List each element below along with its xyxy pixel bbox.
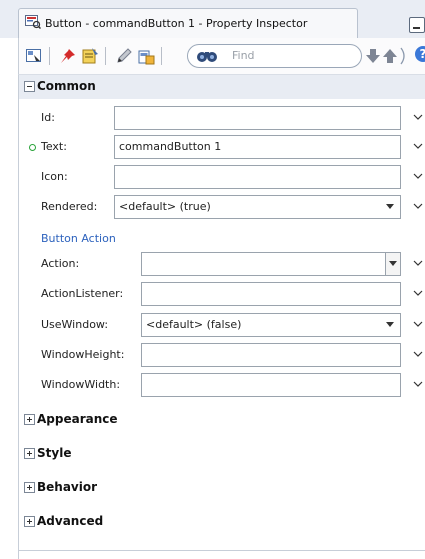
expand-icon[interactable] [24, 414, 35, 425]
edit-icon[interactable] [81, 47, 99, 65]
section-advanced-header[interactable]: Advanced [19, 510, 425, 534]
property-row-windowheight: WindowHeight: [19, 341, 425, 369]
toolbar: Find ? [18, 38, 425, 75]
find-up-icon[interactable] [383, 49, 397, 63]
chevron-down-icon[interactable] [412, 201, 424, 211]
find-field[interactable]: Find [187, 44, 362, 68]
id-field[interactable] [114, 106, 401, 130]
value-set-indicator [29, 144, 36, 151]
property-panel: Common Id: Text: commandButton 1 Icon: R… [18, 75, 425, 559]
button-action-heading: Button Action [41, 232, 116, 245]
section-behavior-title: Behavior [37, 480, 98, 494]
property-row-icon: Icon: [19, 163, 425, 191]
chevron-down-icon[interactable] [412, 112, 424, 122]
expand-icon[interactable] [24, 482, 35, 493]
section-style-title: Style [37, 446, 72, 460]
window-title: Button - commandButton 1 - Property Insp… [45, 17, 308, 30]
icon-field[interactable] [114, 165, 401, 189]
chevron-down-icon[interactable] [412, 288, 424, 298]
windowwidth-field[interactable] [141, 373, 401, 397]
property-row-text: Text: commandButton 1 [19, 133, 425, 161]
pin-icon[interactable] [59, 47, 77, 65]
minimize-icon[interactable] [409, 17, 425, 33]
chevron-down-icon[interactable] [412, 349, 424, 359]
toolbar-separator [161, 47, 162, 65]
find-placeholder: Find [232, 49, 255, 62]
section-advanced-title: Advanced [37, 514, 104, 528]
usewindow-label: UseWindow: [41, 318, 109, 331]
usewindow-value: <default> (false) [146, 318, 242, 331]
property-inspector-icon [25, 15, 41, 29]
property-row-actionlistener: ActionListener: [19, 280, 425, 308]
rendered-value: <default> (true) [119, 200, 211, 213]
text-label: Text: [41, 140, 67, 153]
expand-icon[interactable] [24, 448, 35, 459]
find-nav-arrows [366, 47, 405, 65]
chevron-down-icon[interactable] [412, 171, 424, 181]
expand-icon[interactable] [24, 516, 35, 527]
section-appearance-header[interactable]: Appearance [19, 408, 425, 432]
action-dropdown-button[interactable] [385, 253, 400, 275]
property-row-rendered: Rendered: <default> (true) [19, 193, 425, 221]
chevron-down-icon[interactable] [412, 319, 424, 329]
chevron-down-icon[interactable] [412, 258, 424, 268]
select-icon[interactable] [25, 47, 43, 65]
toolbar-separator [49, 47, 50, 65]
section-common-header[interactable]: Common [19, 75, 425, 99]
property-row-windowwidth: WindowWidth: [19, 371, 425, 399]
text-field[interactable]: commandButton 1 [114, 135, 401, 159]
property-row-usewindow: UseWindow: <default> (false) [19, 311, 425, 339]
bind-icon[interactable] [137, 47, 155, 65]
panel-divider [19, 550, 425, 551]
property-row-id: Id: [19, 104, 425, 132]
rendered-label: Rendered: [41, 200, 98, 213]
collapse-icon[interactable] [24, 81, 35, 92]
action-label: Action: [41, 257, 80, 270]
title-bar: Button - commandButton 1 - Property Insp… [0, 0, 425, 39]
actionlistener-label: ActionListener: [41, 287, 124, 300]
windowwidth-label: WindowWidth: [41, 378, 121, 391]
actionlistener-field[interactable] [141, 282, 401, 306]
find-down-icon[interactable] [366, 49, 380, 63]
section-common-title: Common [37, 79, 96, 93]
help-icon[interactable]: ? [415, 46, 425, 62]
property-row-action: Action: [19, 250, 425, 278]
icon-label: Icon: [41, 170, 68, 183]
toolbar-separator [105, 47, 106, 65]
inspector-tab[interactable]: Button - commandButton 1 - Property Insp… [18, 8, 358, 39]
windowheight-field[interactable] [141, 343, 401, 367]
section-style-header[interactable]: Style [19, 442, 425, 466]
chevron-down-icon[interactable] [412, 141, 424, 151]
section-behavior-header[interactable]: Behavior [19, 476, 425, 500]
dropdown-arrow-icon [386, 204, 394, 209]
text-value: commandButton 1 [119, 140, 222, 153]
action-field[interactable] [141, 252, 401, 276]
section-appearance-title: Appearance [37, 412, 118, 426]
chevron-down-icon[interactable] [412, 379, 424, 389]
dropdown-arrow-icon [386, 322, 394, 327]
pencil-icon[interactable] [115, 47, 133, 65]
windowheight-label: WindowHeight: [41, 348, 125, 361]
rendered-select[interactable]: <default> (true) [114, 195, 401, 219]
binoculars-icon [197, 52, 217, 62]
usewindow-select[interactable]: <default> (false) [141, 313, 401, 337]
id-label: Id: [41, 111, 55, 124]
